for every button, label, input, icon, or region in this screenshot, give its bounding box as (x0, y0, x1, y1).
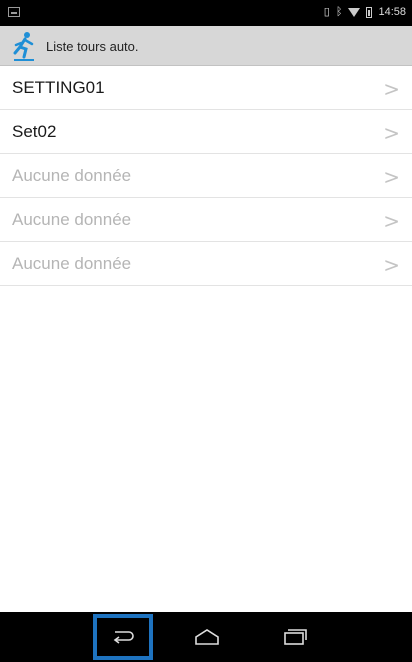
vibrate-icon: ▯ (323, 6, 330, 18)
list-item-label: Aucune donnée (12, 254, 132, 273)
list-item-empty-3[interactable]: Aucune donnée > (0, 154, 412, 198)
action-bar: Liste tours auto. (0, 26, 412, 66)
status-time: 14:58 (378, 6, 406, 18)
back-icon (113, 631, 134, 644)
home-button[interactable] (180, 618, 234, 656)
status-bar: ▯ ᛒ 14:58 (0, 0, 412, 26)
runner-icon[interactable] (8, 29, 40, 63)
notification-icon (8, 7, 20, 17)
chevron-right-icon: > (383, 253, 400, 277)
back-button[interactable] (93, 614, 153, 660)
wifi-icon (348, 7, 361, 17)
list-item-set02[interactable]: Set02 > (0, 110, 412, 154)
list-item-label: Set02 (12, 122, 57, 141)
list-item-empty-4[interactable]: Aucune donnée > (0, 198, 412, 242)
recents-icon (284, 629, 307, 645)
bluetooth-icon: ᛒ (335, 6, 343, 18)
list-item-empty-5[interactable]: Aucune donnée > (0, 242, 412, 286)
navigation-bar (0, 612, 412, 662)
chevron-right-icon: > (383, 209, 400, 233)
page-title: Liste tours auto. (46, 39, 139, 54)
chevron-right-icon: > (383, 121, 400, 145)
list-item-label: SETTING01 (12, 78, 105, 97)
chevron-right-icon: > (383, 77, 400, 101)
list-item-label: Aucune donnée (12, 210, 132, 229)
device-screen: ▯ ᛒ 14:58 Liste tours auto. SETTING01 > … (0, 0, 412, 662)
home-icon (195, 629, 219, 645)
status-icons: ▯ ᛒ 14:58 (324, 6, 406, 18)
list-item-setting01[interactable]: SETTING01 > (0, 66, 412, 110)
chevron-right-icon: > (383, 165, 400, 189)
recents-button[interactable] (268, 618, 322, 656)
battery-icon (366, 6, 373, 18)
settings-list: SETTING01 > Set02 > Aucune donnée > Aucu… (0, 66, 412, 286)
list-item-label: Aucune donnée (12, 166, 132, 185)
